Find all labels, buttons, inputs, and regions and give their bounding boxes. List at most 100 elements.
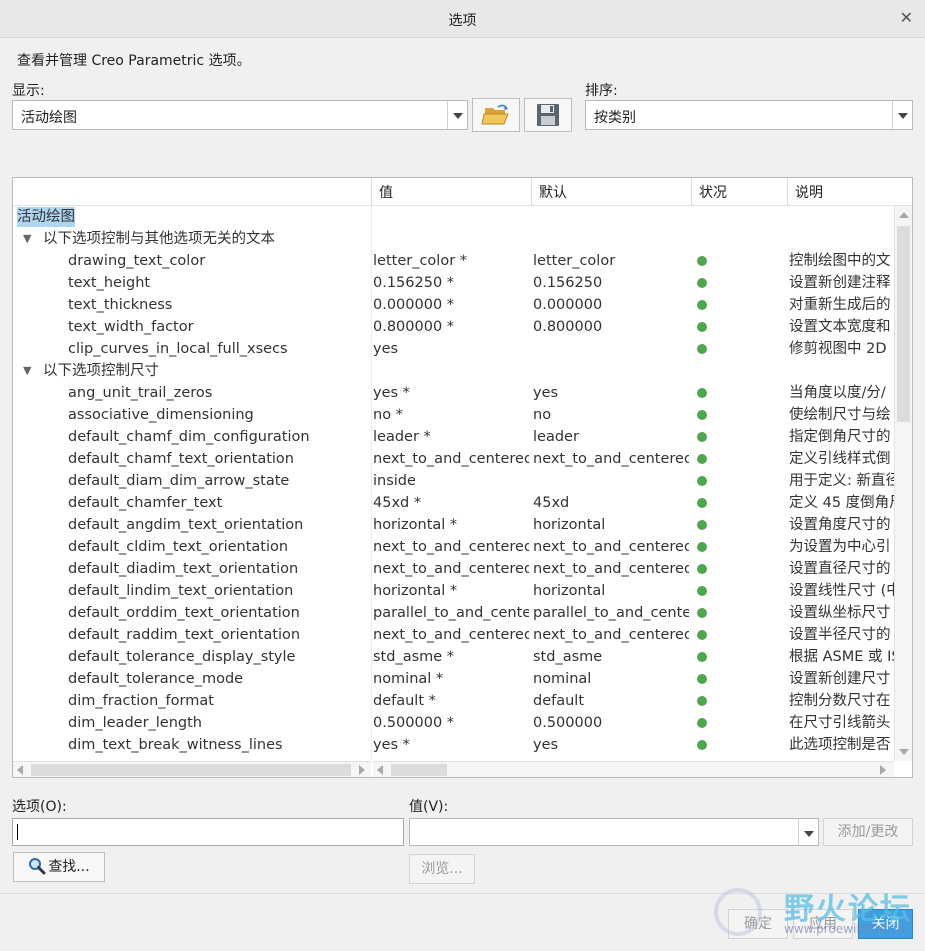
scroll-right-icon[interactable] xyxy=(359,765,365,775)
table-row[interactable]: default_tolerance_display_style std_asme … xyxy=(13,646,894,668)
table-row[interactable]: default_cldim_text_orientation next_to_an… xyxy=(13,536,894,558)
option-value: next_to_and_centered xyxy=(373,627,529,643)
column-header-description[interactable]: 说明 xyxy=(787,178,912,206)
table-row[interactable]: drawing_text_color letter_color * letter_c… xyxy=(13,250,894,272)
value-select[interactable] xyxy=(409,818,819,846)
table-row[interactable]: default_raddim_text_orientation next_to_a… xyxy=(13,624,894,646)
save-floppy-icon xyxy=(537,104,559,126)
table-row[interactable]: dim_fraction_format default * default 控制分数尺… xyxy=(13,690,894,712)
chevron-down-icon[interactable] xyxy=(892,101,912,129)
option-description: 设置文本宽度和 xyxy=(789,319,891,335)
option-name: default_angdim_text_orientation xyxy=(68,517,304,533)
option-value: 0.800000 * xyxy=(373,319,455,335)
option-status xyxy=(693,470,785,492)
status-dot-icon xyxy=(697,498,707,508)
status-dot-icon xyxy=(697,256,707,266)
status-dot-icon xyxy=(697,278,707,288)
table-row[interactable]: default_chamfer_text 45xd * 45xd 定义 45 度倒角尺 xyxy=(13,492,894,514)
option-name: default_diam_dim_arrow_state xyxy=(68,473,290,489)
horizontal-scrollbar-right[interactable] xyxy=(373,761,894,777)
column-header-status[interactable]: 状况 xyxy=(691,178,787,206)
table-row[interactable]: default_chamf_text_orientation next_to_an… xyxy=(13,448,894,470)
option-status xyxy=(693,448,785,470)
option-description: 修剪视图中 2D xyxy=(789,341,887,357)
status-dot-icon xyxy=(697,564,707,574)
chevron-down-icon[interactable] xyxy=(447,101,467,129)
option-default: letter_color xyxy=(533,253,616,269)
option-default: yes xyxy=(533,737,559,753)
apply-button[interactable]: 应用 xyxy=(793,909,853,939)
option-value: leader * xyxy=(373,429,431,445)
scrollbar-thumb[interactable] xyxy=(391,764,447,776)
column-header-value[interactable]: 值 xyxy=(371,178,531,206)
close-icon[interactable]: ✕ xyxy=(900,8,913,27)
horizontal-scrollbar-left[interactable] xyxy=(13,761,371,777)
table-row[interactable]: associative_dimensioning no * no 使绘制尺寸与绘 xyxy=(13,404,894,426)
category-row[interactable]: ▼ 以下选项控制与其他选项无关的文本 xyxy=(13,228,894,250)
option-description: 指定倒角尺寸的 xyxy=(789,429,891,445)
option-default: next_to_and_centered xyxy=(533,451,689,467)
status-dot-icon xyxy=(697,652,707,662)
scroll-left-icon[interactable] xyxy=(377,765,383,775)
option-name: text_width_factor xyxy=(68,319,194,335)
tree-root-label: 活动绘图 xyxy=(17,207,75,227)
table-row[interactable]: default_orddim_text_orientation parallel_… xyxy=(13,602,894,624)
status-dot-icon xyxy=(697,432,707,442)
option-value: 0.156250 * xyxy=(373,275,455,291)
table-row[interactable]: dim_text_break_witness_lines yes * yes 此选项控… xyxy=(13,734,894,756)
table-row[interactable]: text_width_factor 0.800000 * 0.800000 设置文本宽… xyxy=(13,316,894,338)
chevron-down-icon[interactable] xyxy=(798,819,818,845)
option-name: default_raddim_text_orientation xyxy=(68,627,301,643)
table-row[interactable]: default_diadim_text_orientation next_to_a… xyxy=(13,558,894,580)
tree-root-node[interactable]: 活动绘图 xyxy=(13,206,894,228)
option-description: 此选项控制是否 xyxy=(789,737,891,753)
option-status xyxy=(693,272,785,294)
table-row[interactable]: default_lindim_text_orientation horizonta… xyxy=(13,580,894,602)
option-name: clip_curves_in_local_full_xsecs xyxy=(68,341,288,357)
find-button[interactable]: 查找... xyxy=(13,852,105,882)
table-row[interactable]: default_chamf_dim_configuration leader * l… xyxy=(13,426,894,448)
scroll-right-icon[interactable] xyxy=(880,765,886,775)
option-description: 定义 45 度倒角尺 xyxy=(789,495,894,511)
option-name: drawing_text_color xyxy=(68,253,206,269)
expand-triangle-icon[interactable]: ▼ xyxy=(23,228,31,250)
scroll-up-icon[interactable] xyxy=(899,212,909,218)
table-row[interactable]: ang_unit_trail_zeros yes * yes 当角度以度/分/ xyxy=(13,382,894,404)
column-header-name[interactable] xyxy=(13,178,371,206)
table-row[interactable]: clip_curves_in_local_full_xsecs yes 修剪视图中 … xyxy=(13,338,894,360)
category-row[interactable]: ▼ 以下选项控制尺寸 xyxy=(13,360,894,382)
option-name: default_tolerance_display_style xyxy=(68,649,296,665)
sort-select[interactable]: 按类别 xyxy=(585,100,913,130)
option-status xyxy=(693,536,785,558)
table-row[interactable]: text_thickness 0.000000 * 0.000000 对重新生成后的 xyxy=(13,294,894,316)
display-select[interactable]: 活动绘图 xyxy=(12,100,468,130)
option-input[interactable] xyxy=(12,818,404,846)
option-value: letter_color * xyxy=(373,253,468,269)
open-config-button[interactable] xyxy=(472,98,520,132)
ok-button[interactable]: 确定 xyxy=(728,909,788,939)
column-header-default[interactable]: 默认 xyxy=(531,178,691,206)
expand-triangle-icon[interactable]: ▼ xyxy=(23,360,31,382)
option-status xyxy=(693,250,785,272)
table-row[interactable]: default_angdim_text_orientation horizonta… xyxy=(13,514,894,536)
browse-button[interactable]: 浏览... xyxy=(409,854,475,884)
table-row[interactable]: default_diam_dim_arrow_state inside 用于定义: … xyxy=(13,470,894,492)
option-status xyxy=(693,316,785,338)
option-name: text_height xyxy=(68,275,151,291)
close-button[interactable]: 关闭 xyxy=(858,909,913,939)
scrollbar-thumb[interactable] xyxy=(31,764,351,776)
option-status xyxy=(693,624,785,646)
add-change-button[interactable]: 添加/更改 xyxy=(823,818,913,846)
vertical-scrollbar[interactable] xyxy=(894,206,912,761)
option-name: dim_leader_length xyxy=(68,715,202,731)
table-row[interactable]: text_height 0.156250 * 0.156250 设置新创建注释 xyxy=(13,272,894,294)
option-value: 45xd * xyxy=(373,495,422,511)
option-field-label: 选项(O): xyxy=(12,799,67,815)
scroll-left-icon[interactable] xyxy=(17,765,23,775)
save-config-button[interactable] xyxy=(524,98,572,132)
table-row[interactable]: default_tolerance_mode nominal * nominal 设置… xyxy=(13,668,894,690)
status-dot-icon xyxy=(697,542,707,552)
table-row[interactable]: dim_leader_length 0.500000 * 0.500000 在尺寸引线… xyxy=(13,712,894,734)
scroll-down-icon[interactable] xyxy=(899,749,909,755)
scrollbar-thumb[interactable] xyxy=(897,226,910,422)
